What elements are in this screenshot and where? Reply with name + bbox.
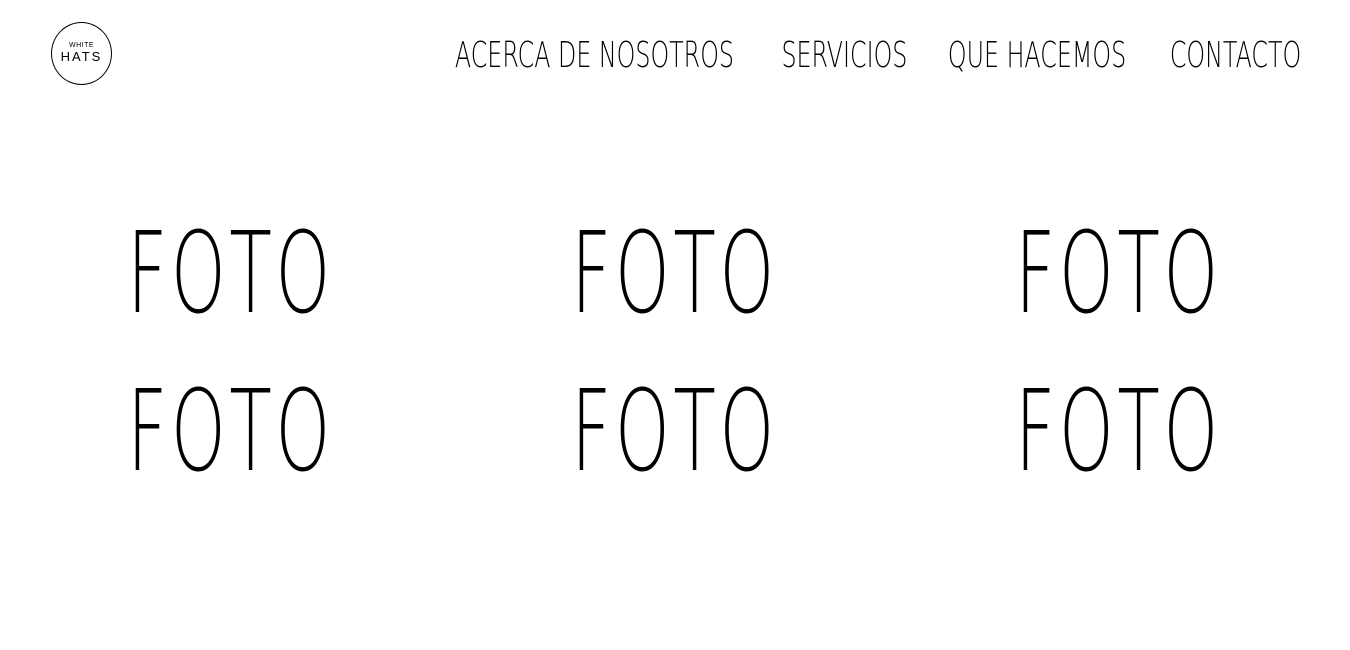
photo-placeholder[interactable]: FOTO [565, 376, 785, 488]
photo-placeholder[interactable]: FOTO [565, 218, 785, 330]
photo-label: FOTO [571, 209, 779, 339]
photo-label: FOTO [1015, 209, 1223, 339]
photo-label: FOTO [1015, 367, 1223, 497]
photo-placeholder[interactable]: FOTO [121, 376, 341, 488]
photo-label: FOTO [571, 367, 779, 497]
photo-gallery: FOTO FOTO FOTO FOTO FOTO FOTO [0, 0, 1350, 650]
photo-placeholder[interactable]: FOTO [1009, 376, 1229, 488]
photo-label: FOTO [127, 209, 335, 339]
photo-placeholder[interactable]: FOTO [1009, 218, 1229, 330]
photo-label: FOTO [127, 367, 335, 497]
photo-placeholder[interactable]: FOTO [121, 218, 341, 330]
page: WHITE HATS ACERCA DE NOSOTROS SERVICIOS … [0, 0, 1350, 650]
